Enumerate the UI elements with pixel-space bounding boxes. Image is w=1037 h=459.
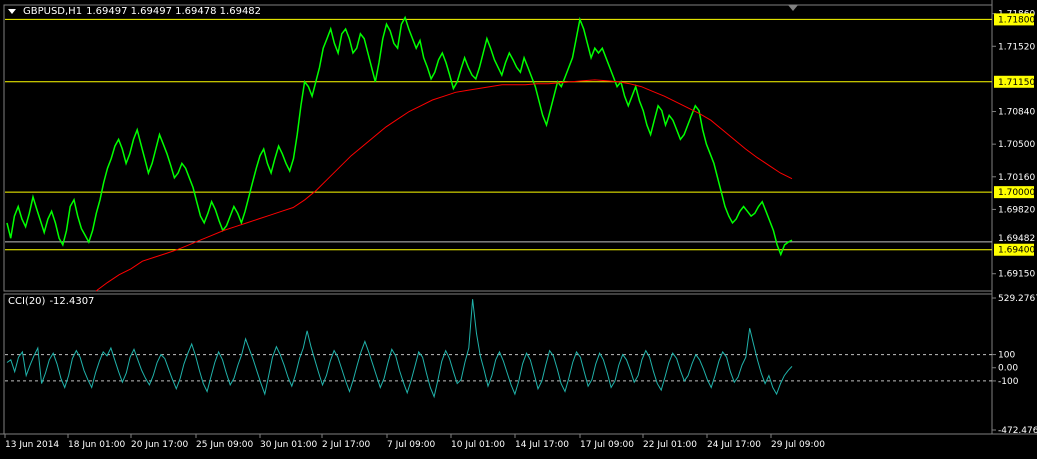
time-tick-label: 22 Jul 01:00	[643, 440, 697, 450]
indicator-panel-frame	[3, 293, 993, 435]
price-tick-label: 1.70840	[998, 108, 1035, 118]
time-tick-label: 24 Jul 17:00	[707, 440, 761, 450]
chart-header: GBPUSD,H1 1.69497 1.69497 1.69478 1.6948…	[8, 6, 261, 17]
time-tick-label: 17 Jul 09:00	[580, 440, 634, 450]
price-tick-label: 1.69820	[998, 205, 1035, 215]
price-tick-label: 1.70500	[998, 140, 1035, 150]
main-panel-frame	[3, 4, 993, 292]
time-tick-label: 10 Jul 01:00	[451, 440, 505, 450]
chart-shift-marker-icon	[788, 5, 798, 11]
time-tick-label: 20 Jun 17:00	[131, 440, 188, 450]
indicator-name: CCI(20)	[8, 296, 46, 307]
level-label: 1.69400	[998, 246, 1035, 256]
dropdown-triangle-icon[interactable]	[8, 9, 16, 14]
time-tick-label: 29 Jul 09:00	[771, 440, 825, 450]
time-tick-label: 13 Jun 2014	[5, 440, 59, 450]
price-tick-label: 1.71520	[998, 42, 1035, 52]
chart-canvas: 1.718601.715201.708401.705001.701601.698…	[0, 0, 1037, 450]
time-tick-label: 7 Jul 09:00	[387, 440, 436, 450]
level-label: 1.71150	[998, 78, 1035, 88]
cci-line	[6, 299, 793, 399]
price-tick-label: 1.69150	[998, 270, 1035, 280]
level-label: 1.71800	[998, 15, 1035, 25]
ohlc-readout: 1.69497 1.69497 1.69478 1.69482	[86, 6, 262, 17]
price-tick-label: 1.70160	[998, 173, 1035, 183]
indicator-value: -12.4307	[49, 296, 95, 307]
time-tick-label: 30 Jun 01:00	[260, 440, 317, 450]
price-line	[6, 15, 793, 257]
cci-tick-label: 100	[998, 351, 1015, 361]
time-tick-label: 2 Jul 17:00	[322, 440, 371, 450]
indicator-header: CCI(20) -12.4307	[8, 296, 94, 307]
cci-tick-label: -100	[998, 377, 1019, 387]
cci-tick-label: 529.2767	[998, 294, 1037, 304]
cci-tick-label: -472.476	[998, 426, 1037, 436]
time-tick-label: 25 Jun 09:00	[196, 440, 253, 450]
chart-window: 1.718601.715201.708401.705001.701601.698…	[0, 0, 1037, 455]
moving-average-line	[95, 79, 793, 292]
symbol-label: GBPUSD,H1	[23, 6, 83, 17]
level-label: 1.70000	[998, 188, 1035, 198]
time-tick-label: 14 Jul 17:00	[515, 440, 569, 450]
cci-tick-label: 0.00	[998, 364, 1018, 374]
time-tick-label: 18 Jun 01:00	[68, 440, 125, 450]
current-price-label: 1.69482	[998, 234, 1035, 244]
